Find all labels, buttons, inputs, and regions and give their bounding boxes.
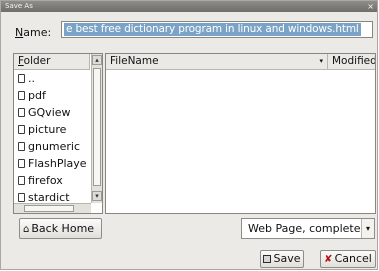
folder-item[interactable]: firefox (14, 172, 90, 189)
save-as-dialog: Save As × Name: e best free dictionary p… (0, 0, 378, 270)
folder-vertical-scrollbar[interactable]: ▴ ▾ (91, 54, 102, 203)
folder-item-label: GQview (28, 106, 71, 119)
folder-item[interactable]: FlashPlaye (14, 155, 90, 172)
folder-item-label: picture (28, 123, 67, 136)
folder-icon (18, 125, 25, 134)
floppy-disk-icon (263, 255, 272, 263)
folder-icon (18, 91, 25, 100)
folder-item[interactable]: GQview (14, 104, 90, 121)
dropdown-arrow-icon[interactable]: ▾ (361, 219, 374, 238)
folder-icon (18, 193, 25, 202)
folder-item[interactable]: .. (14, 70, 90, 87)
folder-item[interactable]: picture (14, 121, 90, 138)
folder-item-label: firefox (28, 174, 63, 187)
filename-column-label: FileName (110, 55, 159, 67)
folder-item-label: FlashPlaye (28, 157, 87, 170)
modified-column-label: Modified (332, 55, 376, 67)
folder-item-label: .. (28, 72, 35, 85)
folder-list: .. pdf GQview picture gnumeric FlashPlay… (14, 70, 90, 206)
folder-icon (18, 74, 25, 83)
cancel-button[interactable]: ✘ Cancel (320, 250, 376, 268)
folder-icon (18, 142, 25, 151)
save-button[interactable]: Save (260, 250, 304, 268)
folder-icon (18, 159, 25, 168)
scroll-down-icon[interactable]: ▾ (92, 191, 102, 201)
folder-item[interactable]: pdf (14, 87, 90, 104)
window-title: Save As (5, 2, 33, 10)
save-button-label: Save (273, 252, 301, 265)
folder-panel: Folder .. pdf GQview picture gnumeric Fl… (13, 53, 103, 214)
cancel-button-label: Cancel (334, 252, 372, 265)
folder-icon (18, 108, 25, 117)
folder-item[interactable]: gnumeric (14, 138, 90, 155)
filename-input[interactable]: e best free dictionary program in linux … (61, 21, 373, 38)
file-type-select[interactable]: Web Page, complete ▾ (241, 218, 375, 239)
filename-value: e best free dictionary program in linux … (64, 23, 361, 36)
folder-column-header[interactable]: Folder (14, 54, 90, 70)
folder-icon (18, 176, 25, 185)
scroll-thumb[interactable] (24, 205, 74, 212)
folder-item-label: pdf (28, 89, 46, 102)
scroll-up-icon[interactable]: ▴ (92, 55, 102, 65)
modified-column-header[interactable]: Modified (328, 54, 376, 70)
folder-item-label: gnumeric (28, 140, 81, 153)
close-icon[interactable]: × (367, 1, 374, 12)
home-icon: ⌂ (23, 224, 30, 235)
back-home-button[interactable]: ⌂ Back Home (19, 218, 102, 239)
name-label: Name: (15, 26, 52, 39)
title-bar[interactable]: Save As × (1, 1, 377, 12)
file-list-panel[interactable]: FileName ▾ Modified (105, 53, 376, 214)
back-home-label: Back Home (31, 222, 95, 235)
folder-horizontal-scrollbar[interactable] (14, 203, 91, 213)
file-type-value: Web Page, complete (248, 222, 361, 235)
scroll-thumb[interactable] (93, 68, 101, 186)
sort-arrow-icon: ▾ (319, 57, 323, 65)
filename-column-header[interactable]: FileName ▾ (106, 54, 328, 70)
cancel-icon: ✘ (324, 254, 333, 265)
